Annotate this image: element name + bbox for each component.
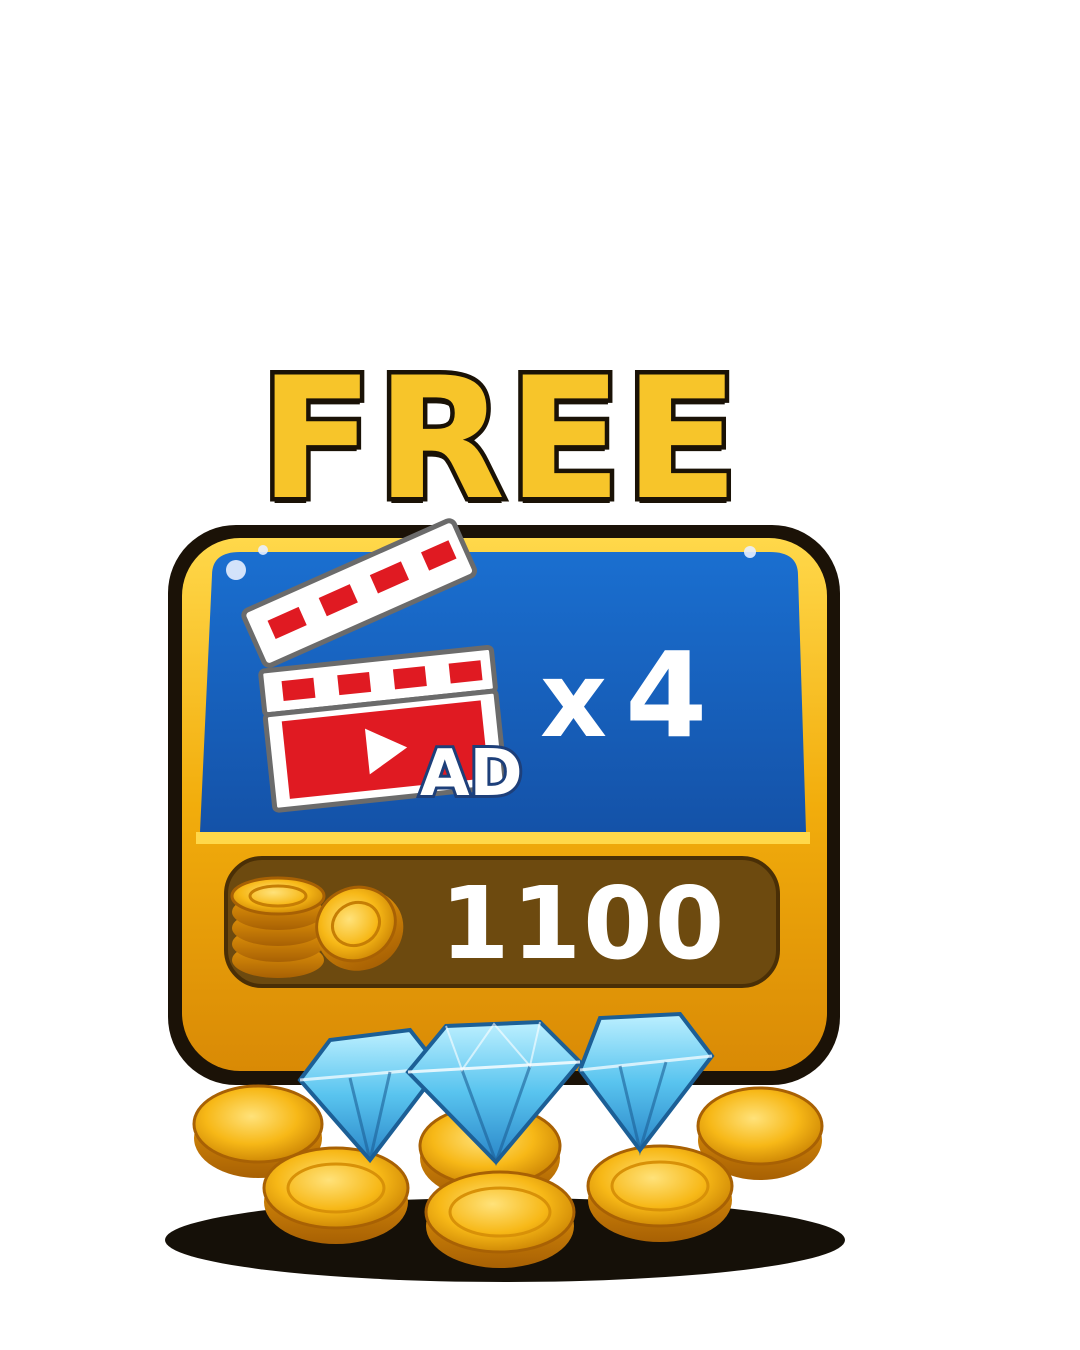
diamond-icon [577, 1011, 715, 1156]
ad-multiplier: x4 [540, 636, 707, 754]
coin-amount: 1100 [440, 865, 727, 982]
panel-divider [196, 832, 810, 844]
free-title: FREE [255, 341, 744, 537]
ad-label: AD [417, 737, 526, 811]
ad-count: 4 [625, 626, 708, 764]
rivet [744, 546, 756, 558]
multiplier-symbol: x [540, 639, 608, 761]
rivet [226, 560, 246, 580]
rivet [258, 545, 268, 555]
free-ad-reward-offer[interactable]: FREE AD x4 1100 [0, 0, 1080, 1350]
